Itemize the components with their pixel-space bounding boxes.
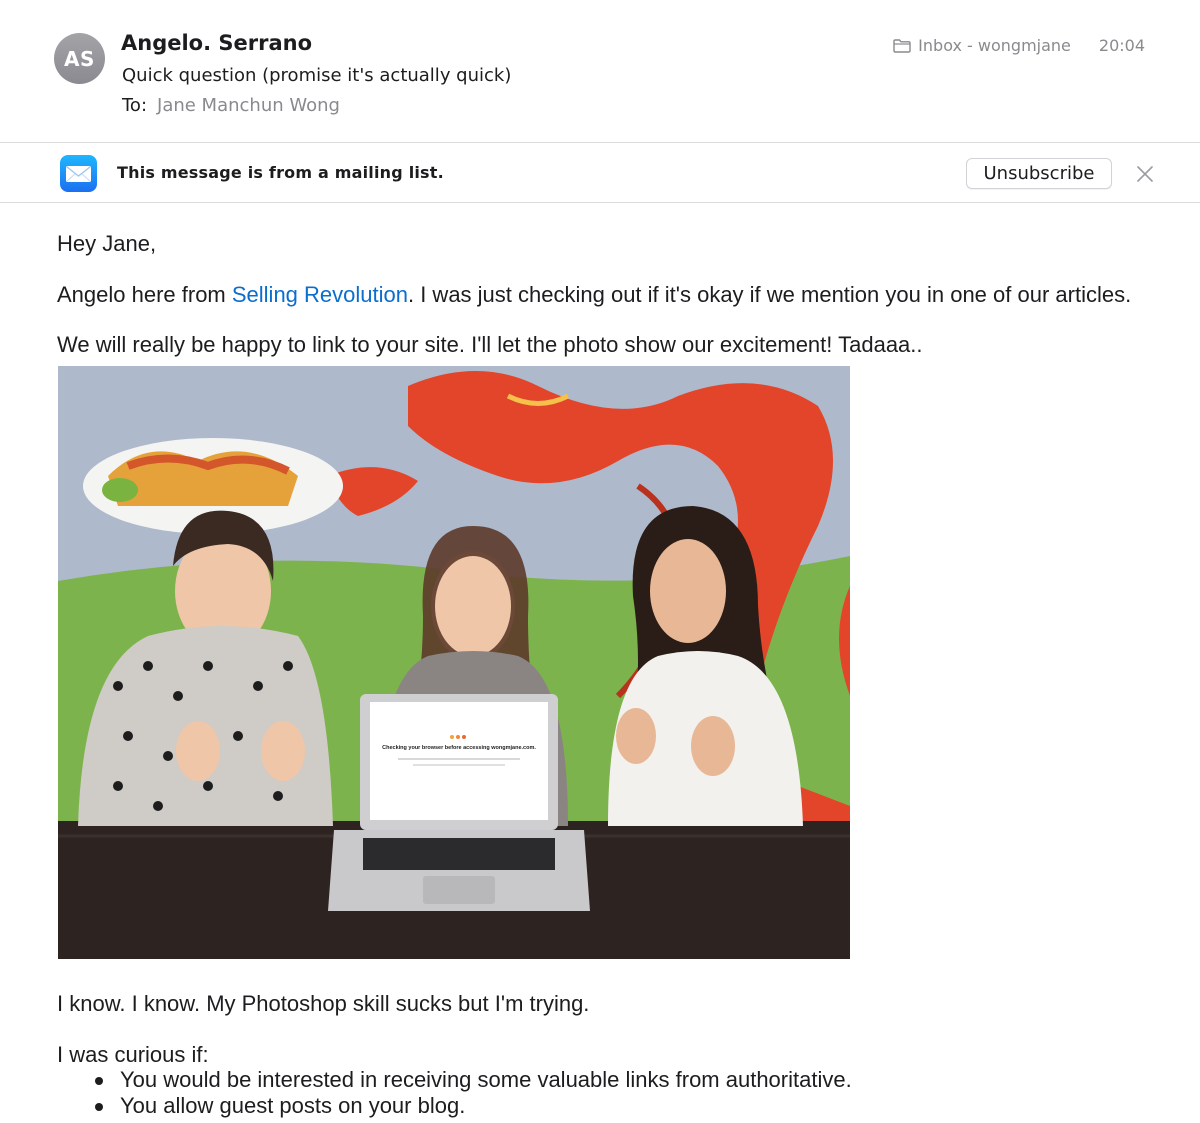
greeting-text: Hey Jane, [57, 231, 157, 256]
folder-icon [893, 38, 911, 53]
mail-app-icon [60, 155, 97, 192]
recipient-row: To: Jane Manchun Wong [122, 95, 340, 116]
intro-text-after: . I was just checking out if it's okay i… [407, 282, 1132, 307]
list-item: You allow guest posts on your blog. [90, 1093, 852, 1119]
selling-revolution-link[interactable]: Selling Revolution [232, 282, 408, 307]
intro-paragraph: Angelo here from Selling Revolution. I w… [57, 282, 1131, 308]
mailing-list-banner: This message is from a mailing list. Uns… [0, 143, 1200, 203]
message-time: 20:04 [1098, 36, 1145, 55]
recipient-name[interactable]: Jane Manchun Wong [157, 95, 340, 116]
mailbox-label[interactable]: Inbox - wongmjane [918, 36, 1071, 55]
sender-avatar[interactable]: AS [54, 33, 105, 84]
curious-paragraph: I was curious if: [57, 1042, 209, 1067]
message-subject: Quick question (promise it's actually qu… [122, 65, 512, 86]
mailing-list-notice: This message is from a mailing list. [117, 163, 444, 182]
list-item: You would be interested in receiving som… [90, 1067, 852, 1093]
to-label: To: [122, 95, 148, 116]
excitement-paragraph: We will really be happy to link to your … [57, 332, 923, 357]
avatar-initials: AS [64, 46, 95, 71]
intro-text-before: Angelo here from [57, 282, 232, 307]
unsubscribe-button[interactable]: Unsubscribe [966, 158, 1112, 189]
sender-name[interactable]: Angelo. Serrano [121, 31, 312, 55]
message-header: AS Angelo. Serrano Quick question (promi… [0, 0, 1200, 143]
message-meta: Inbox - wongmjane 20:04 [893, 36, 1145, 55]
question-list: You would be interested in receiving som… [90, 1067, 852, 1119]
team-photo: Checking your browser before accessing w… [58, 366, 850, 959]
photoshop-paragraph: I know. I know. My Photoshop skill sucks… [57, 991, 590, 1016]
close-icon[interactable] [1135, 164, 1155, 184]
laptop-screen-title: Checking your browser before accessing w… [382, 745, 536, 751]
